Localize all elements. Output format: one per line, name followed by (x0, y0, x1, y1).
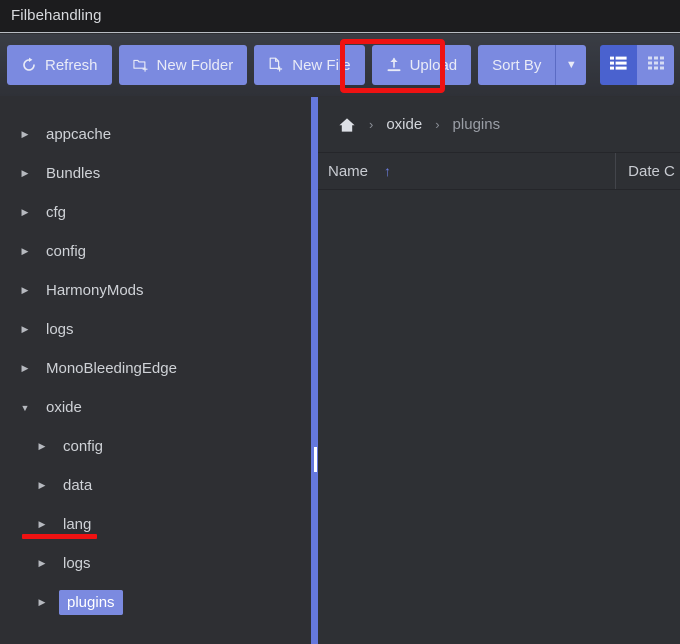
chevron-right-icon[interactable]: ▶ (37, 597, 47, 608)
breadcrumb: › oxide › plugins (318, 97, 680, 152)
chevron-right-icon[interactable]: ▶ (37, 480, 47, 491)
upload-icon (386, 57, 402, 73)
chevron-right-icon[interactable]: ▶ (37, 558, 47, 569)
tree-item-config[interactable]: ▶ config (0, 232, 311, 271)
tree-item-label: cfg (46, 204, 67, 221)
new-file-button[interactable]: New File (254, 45, 365, 85)
tree-item-label: data (63, 477, 93, 494)
tree-item-bundles[interactable]: ▶ Bundles (0, 154, 311, 193)
chevron-right-icon[interactable]: ▶ (20, 285, 30, 296)
toolbar-buttons: Refresh New Folder New File Upload Sort … (7, 45, 675, 85)
tree-item-config[interactable]: ▶ config (0, 427, 311, 466)
sort-by-dropdown-button[interactable]: ▼ (556, 45, 587, 85)
column-header-date-created[interactable]: Date C (616, 153, 680, 189)
oxide-annotation-underline (22, 534, 97, 539)
sort-by-label: Sort By (492, 56, 542, 74)
chevron-right-icon[interactable]: ▶ (20, 246, 30, 257)
breadcrumb-item-oxide[interactable]: oxide (386, 116, 422, 133)
window-titlebar: Filbehandling (0, 0, 680, 33)
folder-tree-sidebar[interactable]: ▶ appcache ▶ Bundles ▶ cfg ▶ config ▶ HarmonyMods… (0, 97, 311, 644)
window-title: Filbehandling (11, 7, 102, 24)
column-header-date-label: Date C (628, 162, 675, 180)
home-icon[interactable] (338, 116, 356, 134)
folder-tree: ▶ appcache ▶ Bundles ▶ cfg ▶ config ▶ HarmonyMods… (0, 115, 311, 622)
tree-item-label: MonoBleedingEdge (46, 360, 177, 377)
file-manager-window: Filbehandling Refresh New Folder New Fil… (0, 0, 680, 644)
chevron-right-icon[interactable]: ▶ (20, 324, 30, 335)
tree-item-logs[interactable]: ▶ logs (0, 310, 311, 349)
column-header-name[interactable]: Name ↑ (318, 153, 615, 189)
view-toggle-group (600, 45, 675, 85)
new-file-label: New File (292, 56, 351, 74)
refresh-button[interactable]: Refresh (7, 45, 112, 85)
tree-item-label: lang (63, 516, 92, 533)
refresh-label: Refresh (45, 56, 98, 74)
tree-item-logs[interactable]: ▶ logs (0, 544, 311, 583)
content-area: ▶ appcache ▶ Bundles ▶ cfg ▶ config ▶ HarmonyMods… (0, 97, 680, 644)
tree-item-label: Bundles (46, 165, 101, 182)
file-table-header: Name ↑ Date C (318, 152, 680, 190)
grid-view-button[interactable] (637, 45, 675, 85)
sort-ascending-icon: ↑ (384, 163, 392, 179)
splitter-caret (314, 447, 317, 472)
tree-item-label: plugins (59, 590, 123, 615)
file-table-body (318, 190, 680, 644)
new-folder-button[interactable]: New Folder (118, 45, 248, 85)
column-header-name-label: Name (328, 162, 369, 180)
tree-item-label: HarmonyMods (46, 282, 144, 299)
new-file-icon (268, 57, 284, 73)
chevron-right-icon[interactable]: ▶ (20, 129, 30, 140)
upload-button[interactable]: Upload (371, 45, 472, 85)
panel-splitter[interactable] (311, 97, 318, 644)
chevron-right-icon[interactable]: ▶ (20, 168, 30, 179)
tree-item-label: config (46, 243, 87, 260)
chevron-right-icon[interactable]: ▶ (37, 519, 47, 530)
tree-item-oxide[interactable]: ▼ oxide (0, 388, 311, 427)
chevron-right-icon[interactable]: ▶ (20, 363, 30, 374)
file-list-panel: › oxide › plugins Name ↑ Date C (318, 97, 680, 644)
chevron-down-icon[interactable]: ▼ (20, 403, 30, 413)
tree-item-harmonymods[interactable]: ▶ HarmonyMods (0, 271, 311, 310)
tree-item-label: oxide (46, 399, 82, 416)
tree-item-plugins[interactable]: ▶ plugins (0, 583, 311, 622)
grid-view-icon (647, 56, 664, 75)
breadcrumb-item-plugins[interactable]: plugins (453, 116, 501, 133)
chevron-down-icon: ▼ (565, 58, 577, 71)
chevron-right-icon[interactable]: ▶ (20, 207, 30, 218)
tree-item-cfg[interactable]: ▶ cfg (0, 193, 311, 232)
tree-item-label: logs (46, 321, 74, 338)
upload-label: Upload (409, 56, 458, 74)
tree-item-appcache[interactable]: ▶ appcache (0, 115, 311, 154)
new-folder-label: New Folder (156, 56, 234, 74)
breadcrumb-separator-1: › (369, 117, 374, 132)
tree-item-monobleedingedge[interactable]: ▶ MonoBleedingEdge (0, 349, 311, 388)
tree-item-label: logs (63, 555, 91, 572)
sort-by-control: Sort By ▼ (478, 45, 587, 85)
list-view-button[interactable] (600, 45, 638, 85)
new-folder-icon (132, 57, 149, 73)
breadcrumb-separator-2: › (435, 117, 440, 132)
tree-item-data[interactable]: ▶ data (0, 466, 311, 505)
refresh-icon (21, 57, 37, 73)
tree-item-label: config (63, 438, 104, 455)
list-view-icon (610, 56, 627, 75)
chevron-right-icon[interactable]: ▶ (37, 441, 47, 452)
toolbar: Refresh New Folder New File Upload Sort … (0, 34, 680, 96)
tree-item-label: appcache (46, 126, 112, 143)
sort-by-button[interactable]: Sort By (478, 45, 556, 85)
